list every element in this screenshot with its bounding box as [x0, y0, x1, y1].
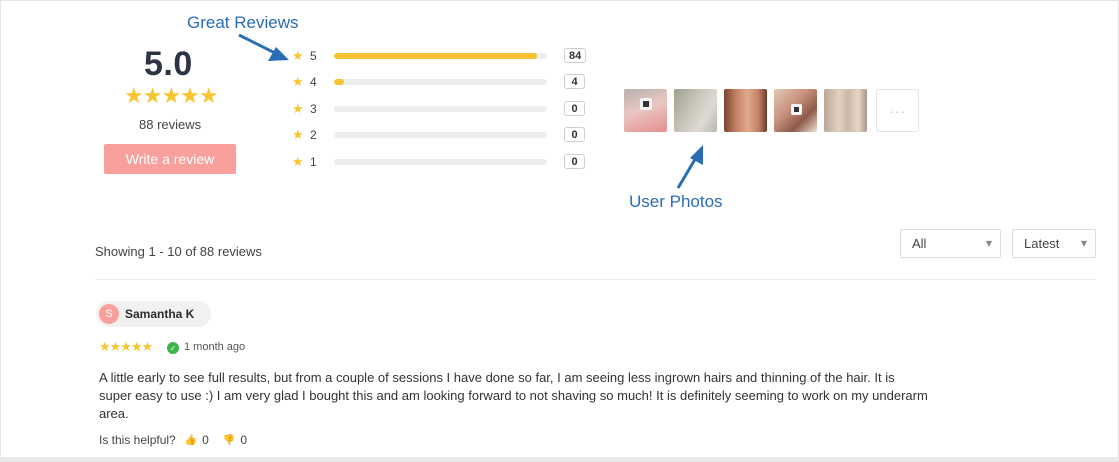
annotation-user-photos: User Photos	[629, 192, 723, 211]
chevron-down-icon: ▼	[1080, 239, 1087, 248]
write-review-button[interactable]: Write a review	[104, 144, 236, 174]
breakdown-row-3[interactable]: ★ 3 0	[292, 101, 592, 117]
thumbs-down-button[interactable]: 👎 0	[223, 433, 247, 447]
chevron-down-icon: ▼	[985, 239, 992, 248]
breakdown-count: 0	[564, 127, 585, 142]
author-name: Samantha K	[125, 307, 195, 321]
annotation-great-reviews: Great Reviews	[187, 13, 299, 32]
divider	[95, 279, 1096, 280]
breakdown-star-label: 2	[310, 128, 317, 142]
breakdown-count: 0	[564, 101, 585, 116]
thumbs-down-count: 0	[240, 433, 247, 447]
user-photo-thumbnail[interactable]	[774, 89, 817, 132]
device-image-icon	[791, 104, 802, 115]
helpful-votes: Is this helpful? 👍 0 👎 0	[99, 433, 247, 447]
breakdown-bar	[334, 53, 547, 59]
filter-select-value: All	[912, 236, 927, 251]
breakdown-row-5[interactable]: ★ 5 84	[292, 48, 592, 64]
device-image-icon	[640, 98, 652, 110]
more-photos-button[interactable]: ···	[876, 89, 919, 132]
user-photo-thumbnail[interactable]	[724, 89, 767, 132]
user-photo-thumbnail[interactable]	[624, 89, 667, 132]
breakdown-star-label: 5	[310, 49, 317, 63]
star-icon: ★	[292, 154, 304, 170]
thumbs-down-icon: 👎	[222, 434, 236, 446]
thumbs-up-count: 0	[202, 433, 209, 447]
review-author: S Samantha K	[96, 301, 211, 327]
breakdown-star-label: 1	[310, 155, 317, 169]
review-body: A little early to see full results, but …	[99, 370, 928, 421]
avatar: S	[99, 304, 119, 324]
breakdown-bar	[334, 106, 547, 112]
thumbs-up-icon: 👍	[184, 434, 198, 446]
sort-select-value: Latest	[1024, 236, 1060, 251]
page-bottom-edge	[0, 457, 1119, 462]
breakdown-row-4[interactable]: ★ 4 4	[292, 74, 592, 90]
star-icon: ★	[292, 101, 304, 117]
star-icon: ★	[292, 127, 304, 143]
breakdown-bar-fill	[334, 79, 344, 85]
breakdown-star-label: 3	[310, 102, 317, 116]
breakdown-bar-fill	[334, 53, 537, 59]
breakdown-count: 84	[564, 48, 587, 63]
breakdown-row-2[interactable]: ★ 2 0	[292, 127, 592, 143]
breakdown-count: 4	[564, 74, 585, 89]
helpful-label: Is this helpful?	[99, 433, 176, 447]
star-icon: ★	[292, 48, 304, 64]
breakdown-bar	[334, 132, 547, 138]
review-time: 1 month ago	[184, 341, 246, 353]
sort-select[interactable]: Latest ▼	[1012, 229, 1096, 258]
star-icon: ★	[292, 74, 304, 90]
thumbs-up-button[interactable]: 👍 0	[185, 433, 209, 447]
review-count: 88 reviews	[139, 117, 202, 132]
breakdown-count: 0	[564, 154, 585, 169]
breakdown-bar	[334, 79, 547, 85]
verified-check-icon: ✓	[167, 342, 179, 354]
user-photo-thumbnail[interactable]	[824, 89, 867, 132]
average-rating: 5.0	[144, 45, 193, 83]
breakdown-bar	[334, 159, 547, 165]
showing-range: Showing 1 - 10 of 88 reviews	[95, 244, 262, 259]
average-stars-icon: ★★★★★	[124, 84, 219, 109]
breakdown-star-label: 4	[310, 75, 317, 89]
user-photo-thumbnail[interactable]	[674, 89, 717, 132]
review-stars-icon: ★★★★★	[99, 340, 153, 355]
breakdown-row-1[interactable]: ★ 1 0	[292, 154, 592, 170]
filter-select[interactable]: All ▼	[900, 229, 1001, 258]
